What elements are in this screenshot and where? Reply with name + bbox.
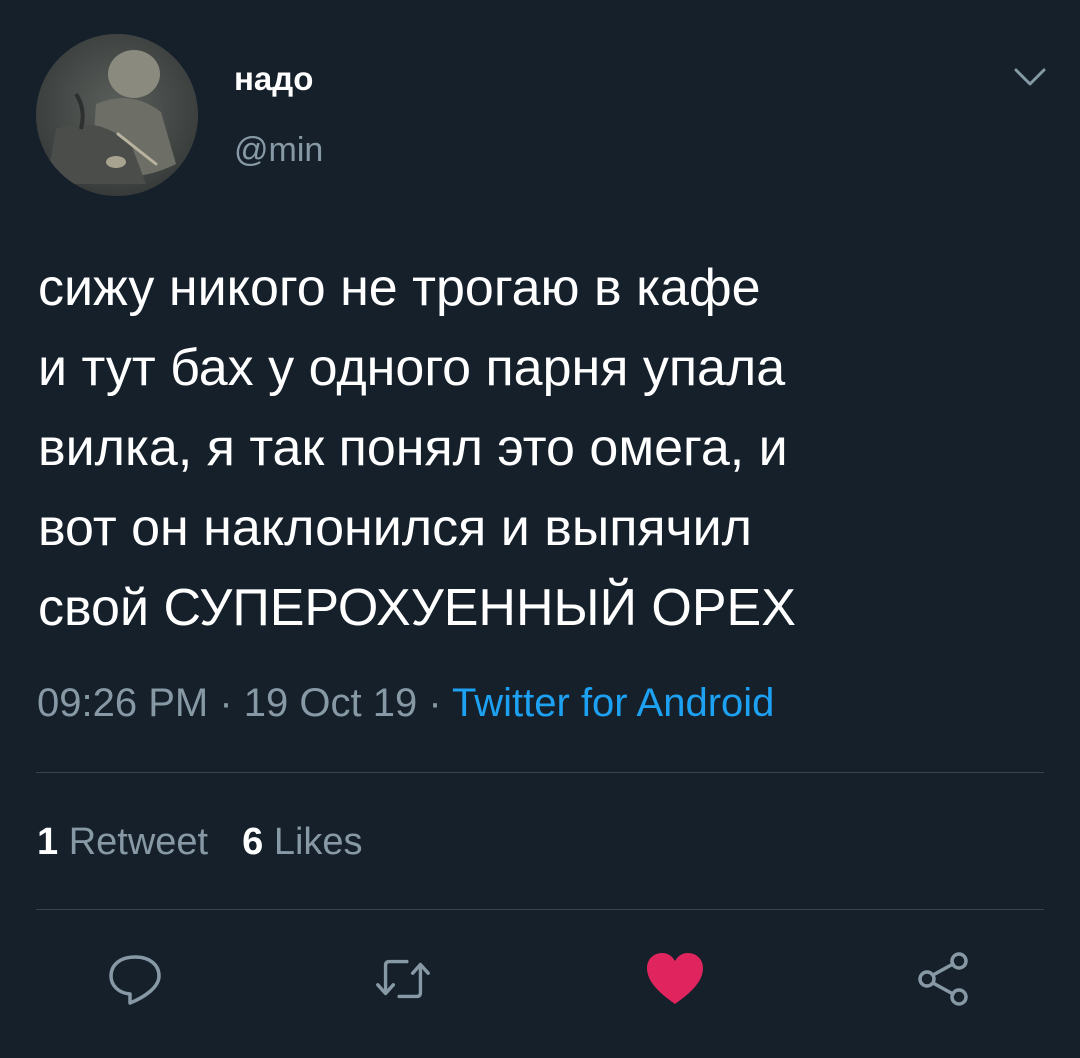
tweet-meta: 09:26 PM · 19 Oct 19 · Twitter for Andro… — [37, 683, 774, 723]
chevron-down-icon[interactable] — [1010, 62, 1050, 92]
reply-icon — [109, 955, 161, 1005]
avatar-image — [36, 34, 198, 196]
likes-label: Likes — [273, 821, 363, 863]
divider — [36, 772, 1044, 773]
retweet-icon — [376, 959, 430, 999]
retweet-label: Retweet — [68, 821, 209, 863]
like-count: 6 — [242, 821, 264, 863]
meta-separator: · — [417, 681, 453, 725]
tweet-text: сижу никого не трогаю в кафе и тут бах у… — [38, 259, 796, 637]
meta-separator: · — [208, 681, 244, 725]
tweet-date: 19 Oct 19 — [243, 681, 418, 725]
avatar[interactable] — [36, 34, 198, 196]
tweet-detail: надо @min сижу никого не трогаю в кафе и… — [0, 0, 1080, 1058]
reply-button[interactable] — [104, 948, 166, 1010]
author-display-name[interactable]: надо — [234, 62, 313, 95]
heart-icon — [647, 953, 703, 1004]
likes-stat[interactable]: 6 Likes — [242, 821, 362, 863]
retweet-count: 1 — [37, 821, 59, 863]
divider — [36, 909, 1044, 910]
author-handle[interactable]: @min — [234, 133, 323, 167]
retweet-button[interactable] — [372, 948, 434, 1010]
share-button[interactable] — [912, 948, 974, 1010]
like-button[interactable] — [644, 948, 706, 1010]
tweet-source-link[interactable]: Twitter for Android — [452, 681, 774, 725]
share-icon — [918, 952, 968, 1006]
tweet-stats: 1 Retweet 6 Likes — [37, 823, 363, 861]
tweet-time: 09:26 PM — [37, 681, 209, 725]
retweet-stat[interactable]: 1 Retweet — [37, 821, 208, 863]
